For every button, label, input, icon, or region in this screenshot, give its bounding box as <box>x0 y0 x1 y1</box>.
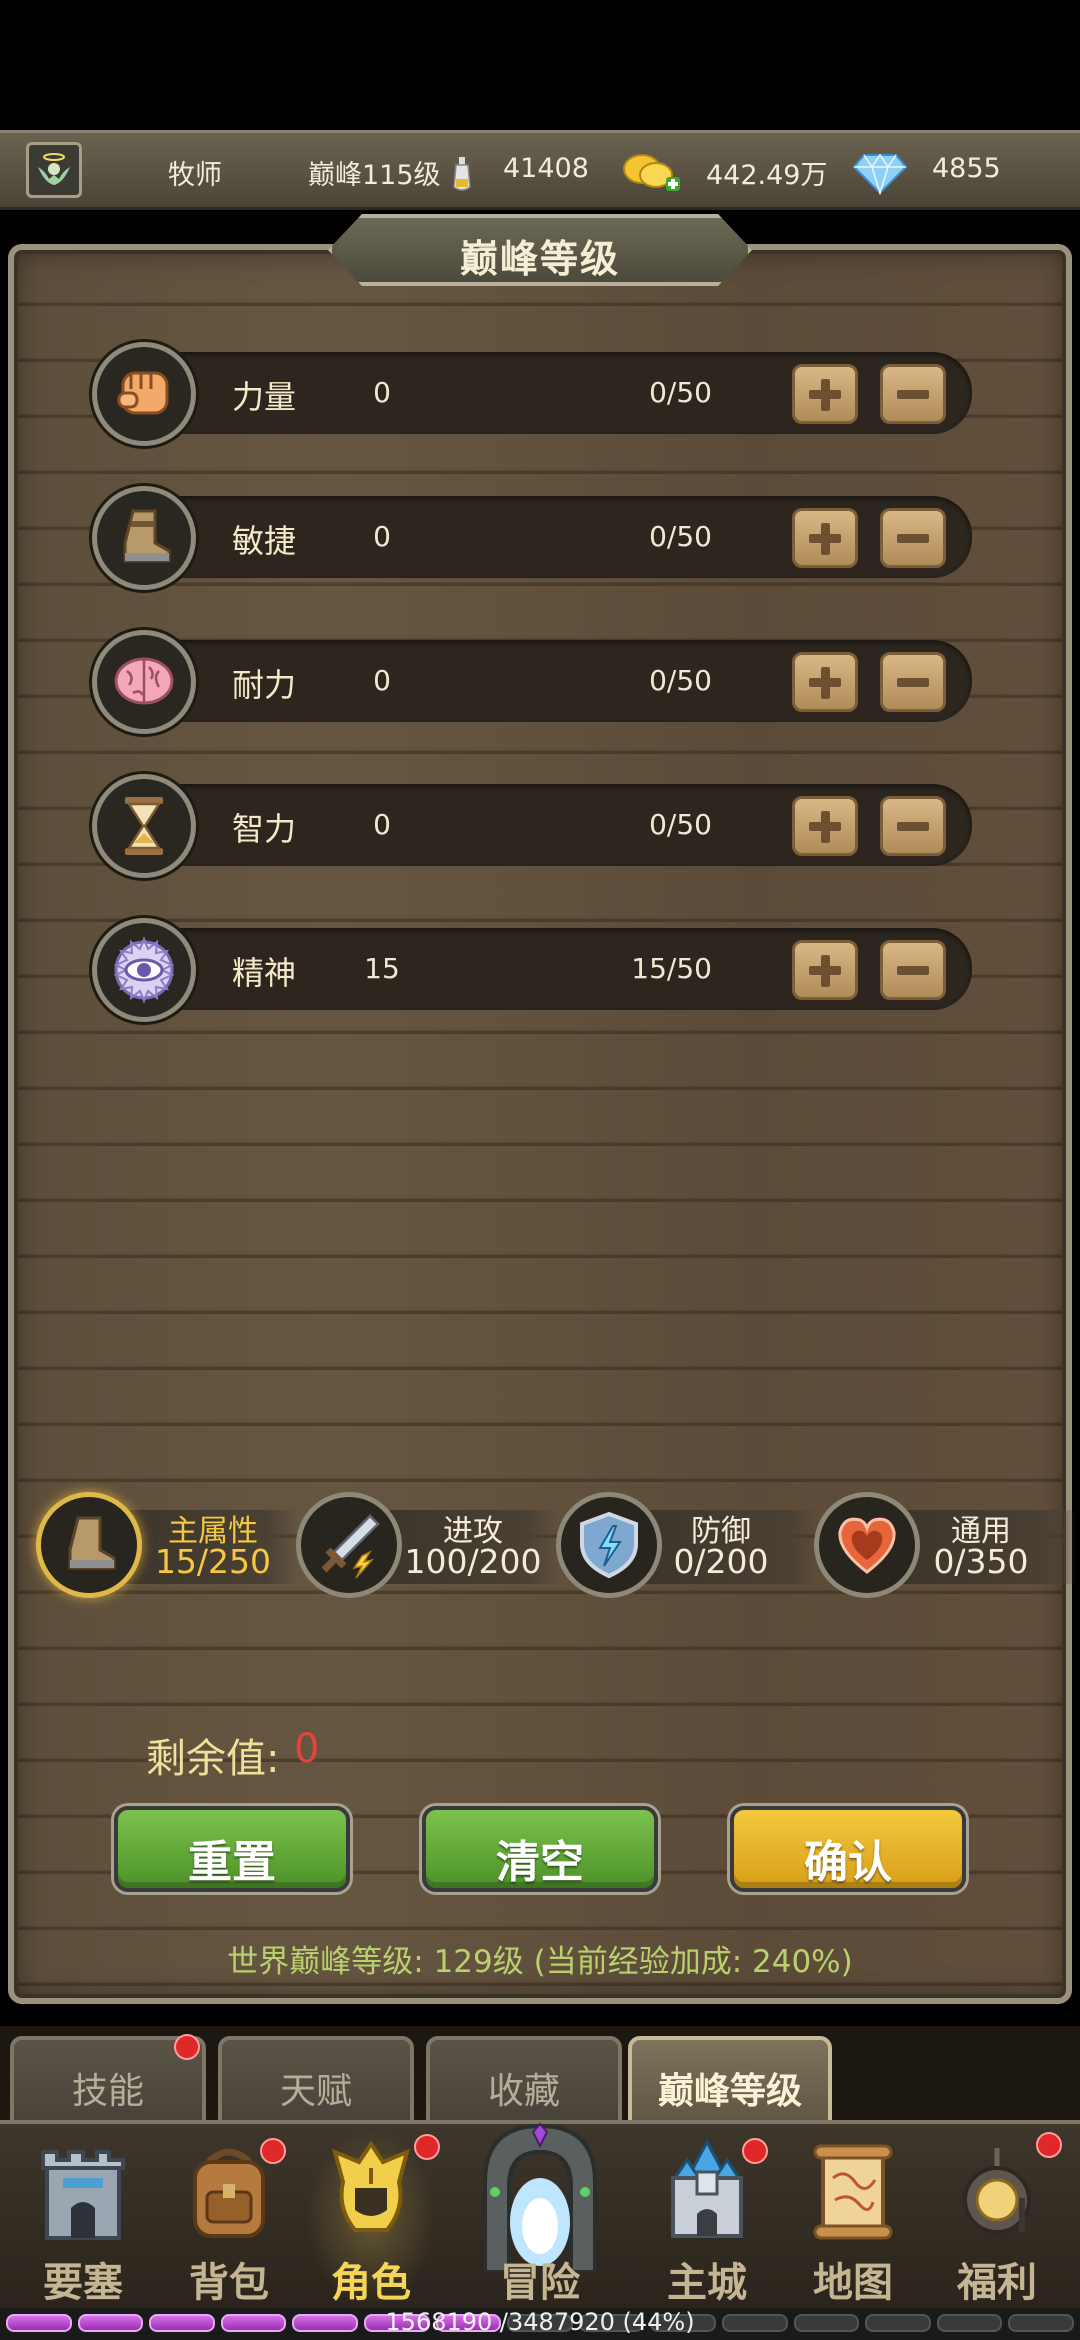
category-value: 15/250 <box>154 1542 272 1581</box>
category-defense[interactable]: 防御 0/200 <box>556 1492 818 1602</box>
nav-city[interactable]: 主城 <box>642 2138 772 2308</box>
tab-collection[interactable]: 收藏 <box>426 2036 622 2126</box>
stat-name: 力量 <box>232 378 297 416</box>
nav-role[interactable]: 角色 <box>306 2134 440 2308</box>
exp-progress-text: 1568190 /3487920 (44%) <box>385 2308 695 2336</box>
category-value: 0/200 <box>673 1542 769 1581</box>
category-attack[interactable]: 进攻 100/200 <box>296 1492 558 1602</box>
tab-peak-level[interactable]: 巅峰等级 <box>628 2036 832 2126</box>
confirm-button[interactable]: 确认 <box>730 1806 966 1892</box>
fortress-icon <box>41 2150 125 2240</box>
stat-name: 智力 <box>232 810 297 848</box>
decrease-agility-button[interactable] <box>880 508 946 568</box>
peak-level-text: 巅峰115级 <box>308 160 441 191</box>
stat-cap: 0/50 <box>649 520 712 553</box>
stat-row-intellect: 智力 0 0/50 <box>92 774 972 878</box>
nav-bag[interactable]: 背包 <box>164 2138 294 2308</box>
notification-badge <box>260 2138 286 2164</box>
decrease-strength-button[interactable] <box>880 364 946 424</box>
decrease-stamina-button[interactable] <box>880 652 946 712</box>
stat-name: 精神 <box>232 954 297 992</box>
stat-row-stamina: 耐力 0 0/50 <box>92 630 972 734</box>
remaining-value: 0 <box>294 1726 320 1772</box>
stat-cap: 15/50 <box>631 952 712 985</box>
scroll-map-icon <box>813 2144 893 2240</box>
nav-label: 地图 <box>813 2260 893 2306</box>
category-general[interactable]: 通用 0/350 <box>814 1492 1076 1602</box>
nav-welfare[interactable]: 福利 <box>932 2132 1062 2308</box>
stat-value: 0 <box>373 664 391 697</box>
eye-icon <box>92 918 196 1022</box>
stat-value: 15 <box>364 952 400 985</box>
diamond-icon[interactable] <box>852 151 908 195</box>
category-value: 0/350 <box>933 1542 1029 1581</box>
resource-bar: 牧师 巅峰115级 41408 442.49万 4855 <box>0 130 1080 210</box>
increase-strength-button[interactable] <box>792 364 858 424</box>
gift-bag-icon <box>963 2148 1031 2234</box>
tab-label: 巅峰等级 <box>657 2071 802 2112</box>
exp-count: 41408 <box>503 153 589 184</box>
helmet-icon <box>332 2140 410 2232</box>
category-main-attribute[interactable]: 主属性 15/250 <box>36 1492 298 1602</box>
stat-cap: 0/50 <box>649 664 712 697</box>
increase-spirit-button[interactable] <box>792 940 858 1000</box>
category-value: 100/200 <box>404 1542 542 1581</box>
world-peak-info: 世界巅峰等级: 129级 (当前经验加成: 240%) <box>227 1944 853 1980</box>
stat-row-spirit: 精神 15 15/50 <box>92 918 972 1022</box>
stat-name: 耐力 <box>232 666 297 704</box>
boot-icon <box>92 486 196 590</box>
reset-button-label: 重置 <box>188 1837 276 1888</box>
reset-button[interactable]: 重置 <box>114 1806 350 1892</box>
nav-label: 角色 <box>331 2260 411 2306</box>
nav-adventure[interactable]: 冒险 <box>475 2122 605 2306</box>
tab-label: 收藏 <box>487 2071 560 2112</box>
stat-name: 敏捷 <box>232 522 297 560</box>
nav-label: 冒险 <box>500 2260 580 2306</box>
nav-label: 福利 <box>957 2260 1037 2306</box>
clear-button-label: 清空 <box>496 1837 584 1888</box>
panel-title: 巅峰等级 <box>459 237 620 281</box>
confirm-button-label: 确认 <box>804 1837 892 1888</box>
stat-cap: 0/50 <box>649 376 712 409</box>
hourglass-icon <box>92 774 196 878</box>
notification-badge <box>742 2138 768 2164</box>
increase-stamina-button[interactable] <box>792 652 858 712</box>
decrease-intellect-button[interactable] <box>880 796 946 856</box>
stat-value: 0 <box>373 808 391 841</box>
increase-intellect-button[interactable] <box>792 796 858 856</box>
boot-icon <box>36 1492 142 1598</box>
nav-fortress[interactable]: 要塞 <box>18 2138 148 2308</box>
tab-label: 技能 <box>71 2071 144 2112</box>
nav-label: 背包 <box>189 2260 269 2306</box>
notification-badge <box>174 2034 200 2060</box>
decrease-spirit-button[interactable] <box>880 940 946 1000</box>
nav-map[interactable]: 地图 <box>788 2138 918 2308</box>
stat-row-strength: 力量 0 0/50 <box>92 342 972 446</box>
nav-label: 主城 <box>667 2260 747 2306</box>
fist-icon <box>92 342 196 446</box>
notification-badge <box>414 2134 440 2160</box>
class-name: 牧师 <box>168 160 222 191</box>
increase-agility-button[interactable] <box>792 508 858 568</box>
nav-label: 要塞 <box>43 2260 123 2306</box>
stat-value: 0 <box>373 376 391 409</box>
sword-icon <box>296 1492 402 1598</box>
gold-count: 442.49万 <box>706 160 828 191</box>
stat-value: 0 <box>373 520 391 553</box>
gem-count: 4855 <box>932 153 1001 184</box>
gold-coins-icon[interactable] <box>622 149 684 195</box>
angel-avatar-icon <box>38 153 70 185</box>
remaining-label: 剩余值: <box>146 1736 280 1782</box>
clear-button[interactable]: 清空 <box>422 1806 658 1892</box>
brain-icon <box>92 630 196 734</box>
stat-cap: 0/50 <box>649 808 712 841</box>
stat-row-agility: 敏捷 0 0/50 <box>92 486 972 590</box>
tab-talent[interactable]: 天赋 <box>218 2036 414 2126</box>
avatar[interactable] <box>26 142 82 198</box>
exp-potion-icon <box>453 157 471 191</box>
tab-skills[interactable]: 技能 <box>10 2034 206 2126</box>
tab-label: 天赋 <box>279 2071 352 2112</box>
notification-badge <box>1036 2132 1062 2158</box>
